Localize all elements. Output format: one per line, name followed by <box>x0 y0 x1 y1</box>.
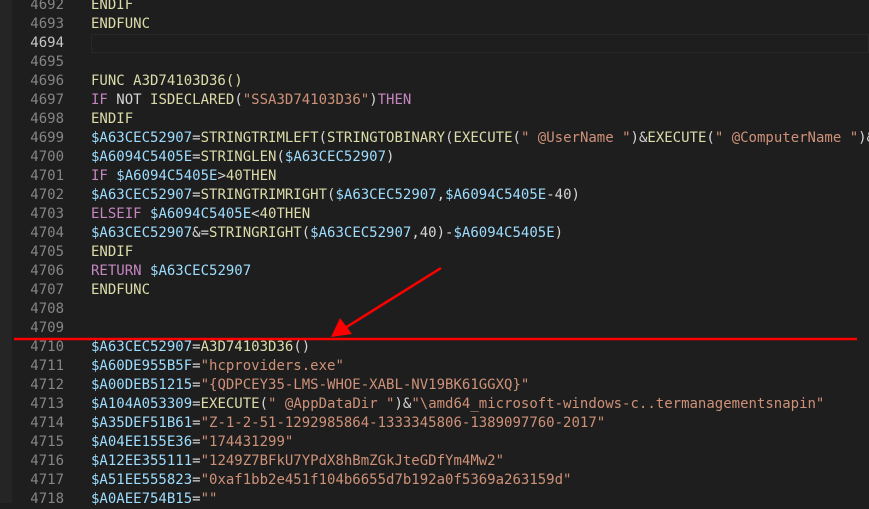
annotation-overlay <box>14 266 857 341</box>
annotation-arrow-shaft <box>344 266 442 330</box>
annotation-arrow-head <box>331 318 352 337</box>
